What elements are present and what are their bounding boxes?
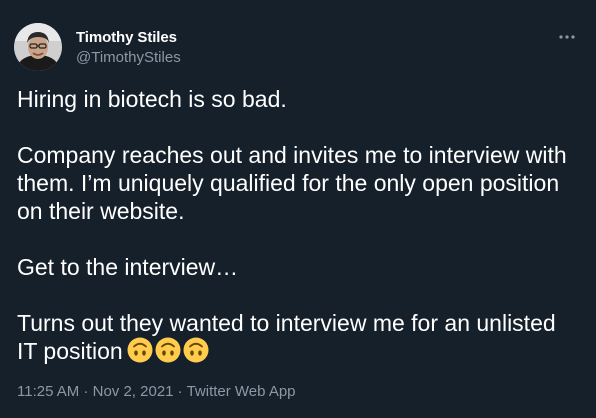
avatar[interactable] xyxy=(14,23,62,71)
tweet-line: them. I’m uniquely qualified for the onl… xyxy=(17,170,560,196)
upside-down-face-icon xyxy=(127,337,153,363)
meta-separator: · xyxy=(79,383,93,400)
avatar-image xyxy=(14,23,62,71)
upside-down-face-icon xyxy=(183,337,209,363)
author-handle[interactable]: @TimothyStiles xyxy=(76,49,181,66)
tweet-line-text: IT position xyxy=(17,338,123,364)
emoji-group xyxy=(127,337,209,363)
meta-separator: · xyxy=(173,383,187,400)
upside-down-face-icon xyxy=(155,337,181,363)
more-options-icon[interactable] xyxy=(555,30,579,44)
tweet-line: on their website. xyxy=(17,198,185,224)
tweet-time[interactable]: 11:25 AM xyxy=(17,383,79,400)
tweet-line: Company reaches out and invites me to in… xyxy=(17,142,567,168)
tweet-date[interactable]: Nov 2, 2021 xyxy=(93,383,174,400)
author-name[interactable]: Timothy Stiles xyxy=(76,29,177,46)
tweet-meta: 11:25 AM · Nov 2, 2021 · Twitter Web App xyxy=(17,383,296,400)
tweet-line: Turns out they wanted to interview me fo… xyxy=(17,310,556,336)
tweet-line: Hiring in biotech is so bad. xyxy=(17,86,287,112)
tweet-card: Timothy Stiles @TimothyStiles Hiring in … xyxy=(0,0,596,418)
tweet-source[interactable]: Twitter Web App xyxy=(187,383,296,400)
tweet-text: Hiring in biotech is so bad. Company rea… xyxy=(17,85,577,365)
tweet-line-last: IT position xyxy=(17,337,577,365)
tweet-line: Get to the interview… xyxy=(17,254,239,280)
